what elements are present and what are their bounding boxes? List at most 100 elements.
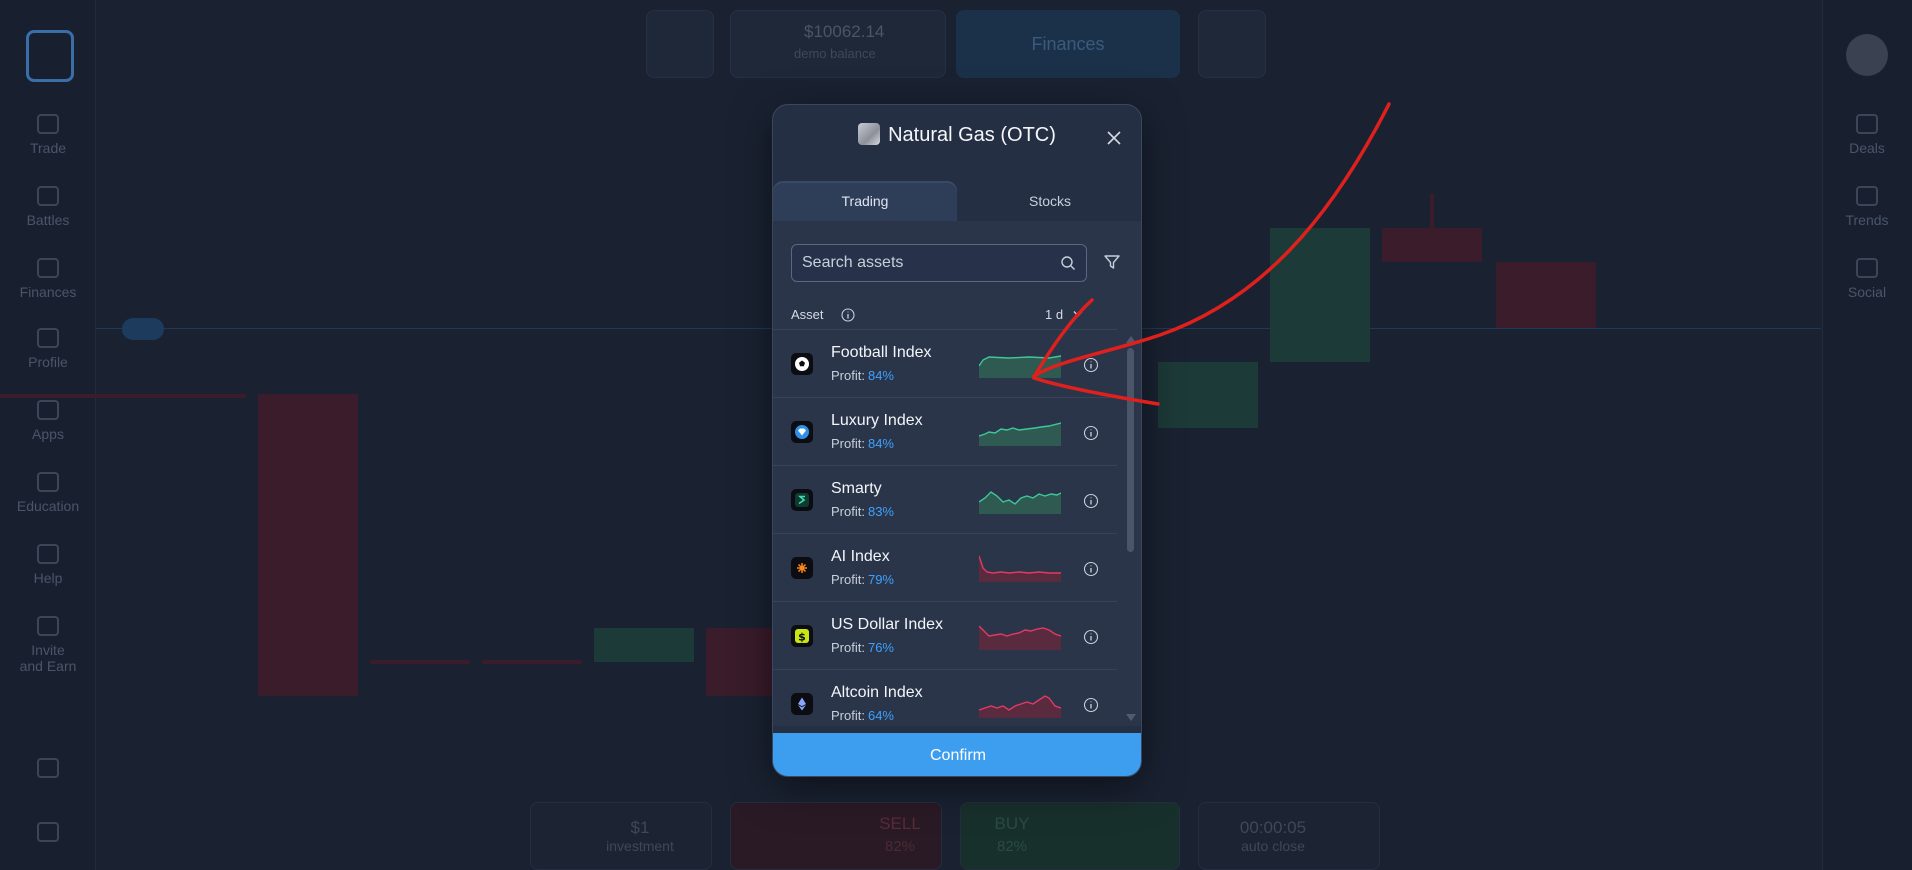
modal-title: Natural Gas (OTC) bbox=[773, 123, 1141, 147]
asset-selector-modal: Natural Gas (OTC) Trading Stocks Asset 1… bbox=[772, 104, 1142, 777]
trophy-button[interactable] bbox=[1198, 10, 1266, 78]
sidebar-item-trade[interactable]: Trade bbox=[0, 114, 96, 156]
ai-icon bbox=[791, 557, 813, 579]
candle-red bbox=[1382, 228, 1482, 262]
social-icon bbox=[1856, 258, 1878, 278]
sidebar-item-education[interactable]: Education bbox=[0, 472, 96, 514]
search-icon bbox=[1061, 256, 1075, 270]
info-icon[interactable] bbox=[1083, 697, 1099, 713]
chart-icon bbox=[37, 114, 59, 134]
list-scrollbar[interactable] bbox=[1126, 336, 1136, 721]
scroll-thumb[interactable] bbox=[1127, 348, 1134, 552]
sidebar-item-social[interactable]: Social bbox=[1822, 258, 1912, 300]
scroll-down-arrow[interactable] bbox=[1126, 714, 1136, 721]
asset-row-football-index[interactable]: Football Index Profit: 84% bbox=[773, 329, 1117, 397]
chevron-down-icon[interactable] bbox=[1073, 310, 1083, 318]
candle-green bbox=[1158, 362, 1258, 428]
info-icon[interactable] bbox=[1083, 629, 1099, 645]
filter-icon[interactable] bbox=[1103, 253, 1121, 271]
candle-wick bbox=[1430, 194, 1434, 228]
close-button[interactable] bbox=[1103, 127, 1125, 149]
buy-button[interactable] bbox=[960, 802, 1180, 870]
candle-red bbox=[0, 394, 246, 398]
dollar-icon: $ bbox=[791, 625, 813, 647]
sell-pct: 82% bbox=[884, 838, 916, 855]
asset-name: Altcoin Index bbox=[831, 684, 923, 701]
candle-red bbox=[482, 660, 582, 664]
balance-label: demo balance bbox=[794, 46, 876, 61]
asset-profit: Profit: 76% bbox=[831, 640, 894, 655]
asset-list: Football Index Profit: 84% Luxury Index P… bbox=[773, 329, 1117, 726]
sparkline-down bbox=[979, 695, 1061, 718]
scroll-up-arrow[interactable] bbox=[1126, 336, 1136, 343]
deals-icon bbox=[1856, 114, 1878, 134]
asset-row-altcoin-index[interactable]: Altcoin Index Profit: 64% bbox=[773, 669, 1117, 726]
candle-red bbox=[1496, 262, 1596, 328]
asset-profit: Profit: 79% bbox=[831, 572, 894, 587]
asset-row-us-dollar-index[interactable]: $ US Dollar Index Profit: 76% bbox=[773, 601, 1117, 669]
asset-row-luxury-index[interactable]: Luxury Index Profit: 84% bbox=[773, 397, 1117, 465]
finances-button[interactable]: Finances bbox=[956, 10, 1180, 78]
tab-trading[interactable]: Trading bbox=[773, 181, 957, 221]
user-icon bbox=[37, 328, 59, 348]
sparkline-up bbox=[979, 491, 1061, 514]
candle-red bbox=[706, 628, 772, 696]
info-icon[interactable] bbox=[1083, 493, 1099, 509]
sparkline-down bbox=[979, 625, 1061, 650]
sidebar-item-deals[interactable]: Deals bbox=[1822, 114, 1912, 156]
apps-icon bbox=[37, 400, 59, 420]
info-icon[interactable] bbox=[841, 308, 855, 322]
asset-tabs: Trading Stocks bbox=[773, 181, 1141, 221]
settings-button[interactable] bbox=[0, 758, 96, 784]
asset-row-ai-index[interactable]: AI Index Profit: 79% bbox=[773, 533, 1117, 601]
investment-label: investment bbox=[606, 838, 674, 854]
modal-header: Natural Gas (OTC) bbox=[773, 105, 1141, 179]
asset-profit: Profit: 84% bbox=[831, 436, 894, 451]
book-icon bbox=[37, 472, 59, 492]
svg-text:$: $ bbox=[798, 631, 806, 644]
diamond-icon bbox=[791, 421, 813, 443]
wallet-icon bbox=[37, 258, 59, 278]
balance-amount: $10062.14 bbox=[804, 22, 885, 41]
football-icon bbox=[791, 353, 813, 375]
balance-box[interactable] bbox=[730, 10, 946, 78]
close-icon bbox=[1107, 131, 1121, 145]
heart-icon bbox=[37, 616, 59, 636]
ethereum-icon bbox=[791, 693, 813, 715]
sidebar-item-trends[interactable]: Trends bbox=[1822, 186, 1912, 228]
right-sidebar: Deals Trends Social bbox=[1822, 0, 1912, 870]
tab-stocks[interactable]: Stocks bbox=[957, 181, 1141, 221]
asset-name: US Dollar Index bbox=[831, 616, 944, 633]
sell-button[interactable] bbox=[730, 802, 942, 870]
asset-row-smarty[interactable]: Smarty Profit: 83% bbox=[773, 465, 1117, 533]
sidebar-item-profile[interactable]: Profile bbox=[0, 328, 96, 370]
trading-panel: Asset 1 d Football Index Profit:84% bbox=[773, 221, 1141, 726]
avatar[interactable] bbox=[1846, 34, 1888, 76]
sidebar-item-invite[interactable]: Invite and Earn bbox=[0, 616, 96, 674]
confirm-button[interactable]: Confirm bbox=[773, 733, 1141, 776]
help-icon bbox=[37, 544, 59, 564]
collapse-button[interactable] bbox=[0, 822, 96, 848]
asset-profit: Profit: 84% bbox=[831, 368, 894, 383]
left-sidebar: Trade Battles Finances Profile Apps Educ… bbox=[0, 0, 96, 870]
asset-name: Smarty bbox=[831, 480, 882, 497]
sidebar-item-finances[interactable]: Finances bbox=[0, 258, 96, 300]
collapse-icon bbox=[37, 822, 59, 842]
modal-title-text: Natural Gas (OTC) bbox=[888, 124, 1056, 146]
info-icon[interactable] bbox=[1083, 357, 1099, 373]
sidebar-item-battles[interactable]: Battles bbox=[0, 186, 96, 228]
sidebar-item-apps[interactable]: Apps bbox=[0, 400, 96, 442]
calendar-button[interactable] bbox=[646, 10, 714, 78]
gear-icon bbox=[37, 758, 59, 778]
candle-green bbox=[594, 628, 694, 662]
period-selector[interactable]: 1 d bbox=[1045, 307, 1063, 322]
info-icon[interactable] bbox=[1083, 425, 1099, 441]
candle-green bbox=[1270, 228, 1370, 362]
buy-label: BUY bbox=[994, 814, 1030, 833]
search-box[interactable] bbox=[791, 244, 1087, 282]
search-input[interactable] bbox=[802, 245, 1052, 281]
sidebar-item-help[interactable]: Help bbox=[0, 544, 96, 586]
info-icon[interactable] bbox=[1083, 561, 1099, 577]
trophy-icon bbox=[37, 186, 59, 206]
smarty-icon bbox=[791, 489, 813, 511]
